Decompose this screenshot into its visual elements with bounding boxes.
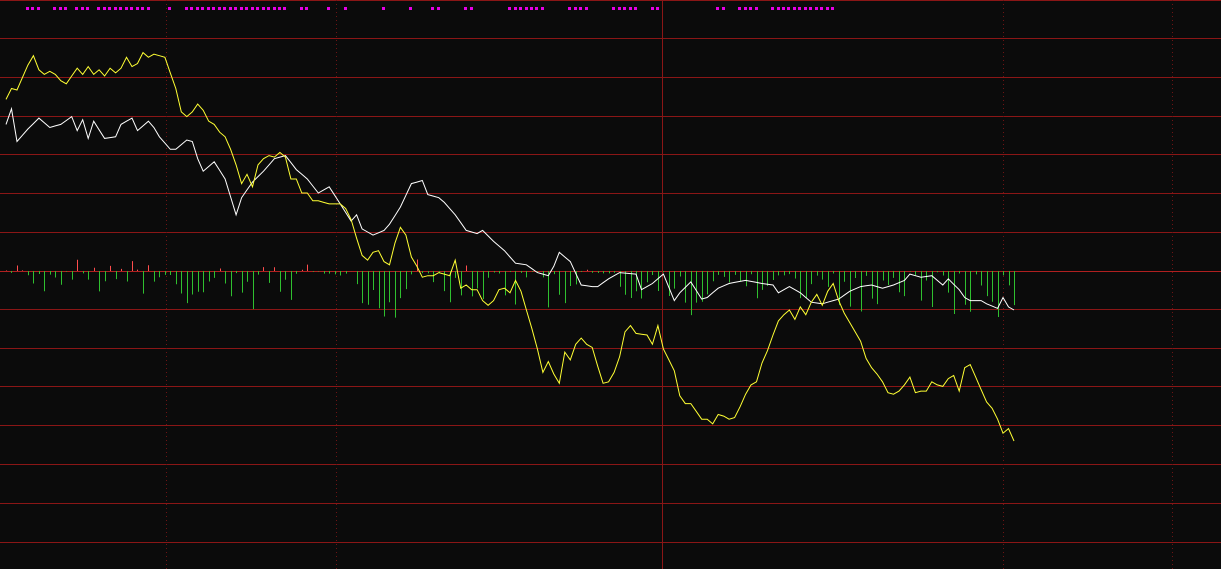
signal-dot: [207, 7, 210, 10]
signal-dot: [514, 7, 517, 10]
signal-dot: [256, 7, 259, 10]
signal-dot: [535, 7, 538, 10]
signal-dot: [344, 7, 347, 10]
signal-dot: [278, 7, 281, 10]
signal-dot: [771, 7, 774, 10]
signal-dot: [305, 7, 308, 10]
signal-dot: [283, 7, 286, 10]
signal-dot: [168, 7, 171, 10]
chart-background: [0, 0, 1221, 569]
signal-dot: [744, 7, 747, 10]
signal-dot: [26, 7, 29, 10]
signal-dot: [831, 7, 834, 10]
signal-dot: [119, 7, 122, 10]
signal-dot: [722, 7, 725, 10]
signal-dot: [234, 7, 237, 10]
signal-dot: [820, 7, 823, 10]
signal-dot: [464, 7, 467, 10]
signal-dot: [273, 7, 276, 10]
signal-dot: [815, 7, 818, 10]
signal-dot: [826, 7, 829, 10]
signal-dot: [651, 7, 654, 10]
signal-dot: [267, 7, 270, 10]
signal-dot: [508, 7, 511, 10]
signal-dot: [114, 7, 117, 10]
signal-dot: [86, 7, 89, 10]
signal-dot: [212, 7, 215, 10]
signal-dot: [782, 7, 785, 10]
signal-dot: [382, 7, 385, 10]
signal-dot: [75, 7, 78, 10]
signal-dot: [190, 7, 193, 10]
signal-dot: [262, 7, 265, 10]
signal-dot: [103, 7, 106, 10]
chart: [0, 0, 1221, 569]
signal-dot: [409, 7, 412, 10]
signal-dot: [612, 7, 615, 10]
signal-dot: [251, 7, 254, 10]
signal-dot: [240, 7, 243, 10]
signal-dot: [809, 7, 812, 10]
signal-dot: [519, 7, 522, 10]
signal-dot: [777, 7, 780, 10]
signal-dot: [108, 7, 111, 10]
signal-dot: [618, 7, 621, 10]
signal-dot: [201, 7, 204, 10]
signal-dot: [749, 7, 752, 10]
signal-dot: [130, 7, 133, 10]
signal-dot: [245, 7, 248, 10]
signal-dot: [53, 7, 56, 10]
signal-dot: [798, 7, 801, 10]
signal-dot: [716, 7, 719, 10]
signal-dot: [300, 7, 303, 10]
signal-dot: [787, 7, 790, 10]
signal-dot: [585, 7, 588, 10]
signal-dot: [431, 7, 434, 10]
signal-dot: [185, 7, 188, 10]
signal-dot: [59, 7, 62, 10]
signal-dot: [634, 7, 637, 10]
signal-dot: [125, 7, 128, 10]
signal-dot: [97, 7, 100, 10]
signal-dot: [804, 7, 807, 10]
signal-dot: [568, 7, 571, 10]
signal-dot: [530, 7, 533, 10]
signal-dot: [541, 7, 544, 10]
signal-dot: [31, 7, 34, 10]
signal-dot: [574, 7, 577, 10]
signal-dot: [755, 7, 758, 10]
signal-dot: [525, 7, 528, 10]
signal-dot: [141, 7, 144, 10]
signal-dot: [64, 7, 67, 10]
signal-dot: [218, 7, 221, 10]
signal-dot: [37, 7, 40, 10]
signal-dot: [579, 7, 582, 10]
signal-dot: [623, 7, 626, 10]
signal-dot: [81, 7, 84, 10]
signal-dot: [223, 7, 226, 10]
signal-dot: [793, 7, 796, 10]
signal-dot: [656, 7, 659, 10]
signal-dot: [196, 7, 199, 10]
signal-dot: [470, 7, 473, 10]
signal-dot: [136, 7, 139, 10]
signal-dot: [437, 7, 440, 10]
signal-dot: [327, 7, 330, 10]
signal-dot: [147, 7, 150, 10]
signal-dot: [229, 7, 232, 10]
signal-dot: [738, 7, 741, 10]
signal-dot: [629, 7, 632, 10]
